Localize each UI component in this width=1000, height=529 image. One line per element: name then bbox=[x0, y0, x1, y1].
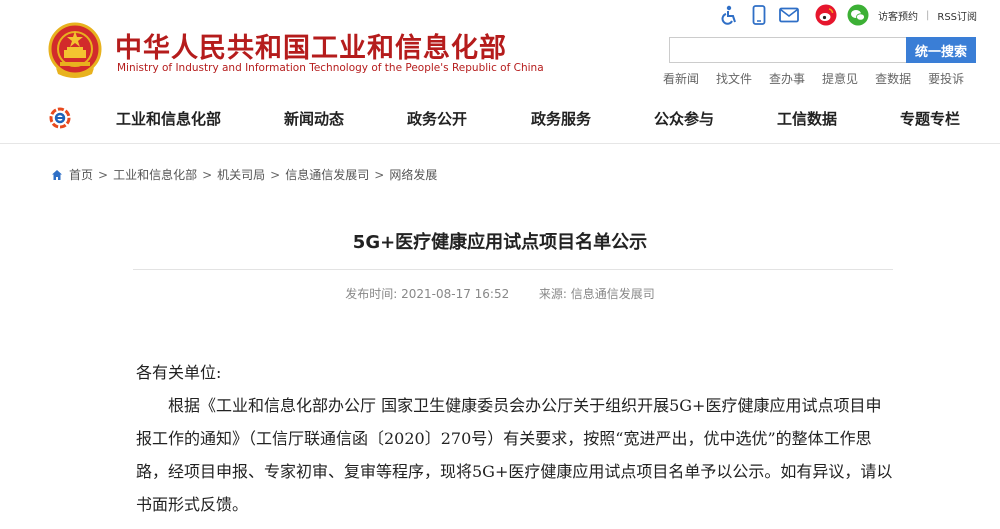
quick-link-feedback[interactable]: 提意见 bbox=[822, 70, 858, 87]
quick-link-news[interactable]: 看新闻 bbox=[663, 70, 699, 87]
main-nav: 工业和信息化部 新闻动态 政务公开 政务服务 公众参与 工信数据 专题专栏 bbox=[0, 92, 1000, 144]
article-paragraph: 根据《工业和信息化部办公厅 国家卫生健康委员会办公厅关于组织开展5G+医疗健康应… bbox=[136, 396, 893, 514]
source-label: 来源: bbox=[538, 287, 567, 301]
breadcrumb-network-dev[interactable]: 网络发展 bbox=[389, 166, 437, 183]
breadcrumb: 首页 > 工业和信息化部 > 机关司局 > 信息通信发展司 > 网络发展 bbox=[51, 166, 437, 183]
quick-link-complaint[interactable]: 要投诉 bbox=[928, 70, 964, 87]
nav-item-services[interactable]: 政务服务 bbox=[531, 108, 591, 129]
site-header: 中华人民共和国工业和信息化部 Ministry of Industry and … bbox=[0, 0, 1000, 92]
title-divider bbox=[133, 269, 893, 270]
source-value: 信息通信发展司 bbox=[570, 287, 655, 301]
nav-item-participation[interactable]: 公众参与 bbox=[654, 108, 714, 129]
quick-link-services[interactable]: 查办事 bbox=[769, 70, 805, 87]
wechat-icon[interactable] bbox=[846, 4, 870, 26]
national-emblem-icon[interactable] bbox=[48, 22, 102, 78]
article-title: 5G+医疗健康应用试点项目名单公示 bbox=[352, 232, 648, 253]
top-utility-bar: 访客预约 | RSS订阅 bbox=[718, 3, 977, 27]
breadcrumb-separator: > bbox=[374, 167, 385, 182]
breadcrumb-separator: > bbox=[202, 167, 213, 182]
site-title-cn[interactable]: 中华人民共和国工业和信息化部 bbox=[115, 26, 507, 65]
greeting: 各有关单位: bbox=[136, 363, 222, 382]
quick-link-files[interactable]: 找文件 bbox=[716, 70, 752, 87]
article-meta: 发布时间: 2021-08-17 16:52 来源: 信息通信发展司 bbox=[0, 285, 1000, 302]
breadcrumb-home[interactable]: 首页 bbox=[69, 166, 93, 183]
home-icon[interactable] bbox=[51, 169, 63, 181]
nav-item-data[interactable]: 工信数据 bbox=[777, 108, 837, 129]
breadcrumb-ict-dept[interactable]: 信息通信发展司 bbox=[285, 166, 369, 183]
miit-logo-icon[interactable] bbox=[49, 107, 71, 129]
weibo-icon[interactable] bbox=[814, 4, 838, 26]
rss-link[interactable]: RSS订阅 bbox=[937, 8, 977, 23]
nav-item-news[interactable]: 新闻动态 bbox=[284, 108, 344, 129]
nav-item-open-affairs[interactable]: 政务公开 bbox=[407, 108, 467, 129]
accessibility-icon[interactable] bbox=[718, 4, 740, 26]
quick-links: 看新闻 找文件 查办事 提意见 查数据 要投诉 bbox=[663, 70, 964, 87]
article-body: 各有关单位: 根据《工业和信息化部办公厅 国家卫生健康委员会办公厅关于组织开展5… bbox=[136, 356, 894, 521]
search-input[interactable] bbox=[669, 37, 907, 63]
divider: | bbox=[926, 9, 930, 21]
site-title-en: Ministry of Industry and Information Tec… bbox=[117, 62, 544, 74]
breadcrumb-departments[interactable]: 机关司局 bbox=[217, 166, 265, 183]
nav-item-topics[interactable]: 专题专栏 bbox=[900, 108, 960, 129]
publish-label: 发布时间: bbox=[345, 287, 398, 301]
publish-time: 2021-08-17 16:52 bbox=[401, 287, 510, 301]
quick-link-data[interactable]: 查数据 bbox=[875, 70, 911, 87]
mail-icon[interactable] bbox=[778, 4, 800, 26]
nav-item-ministry[interactable]: 工业和信息化部 bbox=[116, 108, 221, 129]
search-button[interactable]: 统一搜索 bbox=[906, 37, 976, 63]
mobile-icon[interactable] bbox=[748, 4, 770, 26]
breadcrumb-separator: > bbox=[270, 167, 281, 182]
visitor-appointment-link[interactable]: 访客预约 bbox=[878, 8, 918, 23]
breadcrumb-ministry[interactable]: 工业和信息化部 bbox=[113, 166, 197, 183]
breadcrumb-separator: > bbox=[98, 167, 109, 182]
